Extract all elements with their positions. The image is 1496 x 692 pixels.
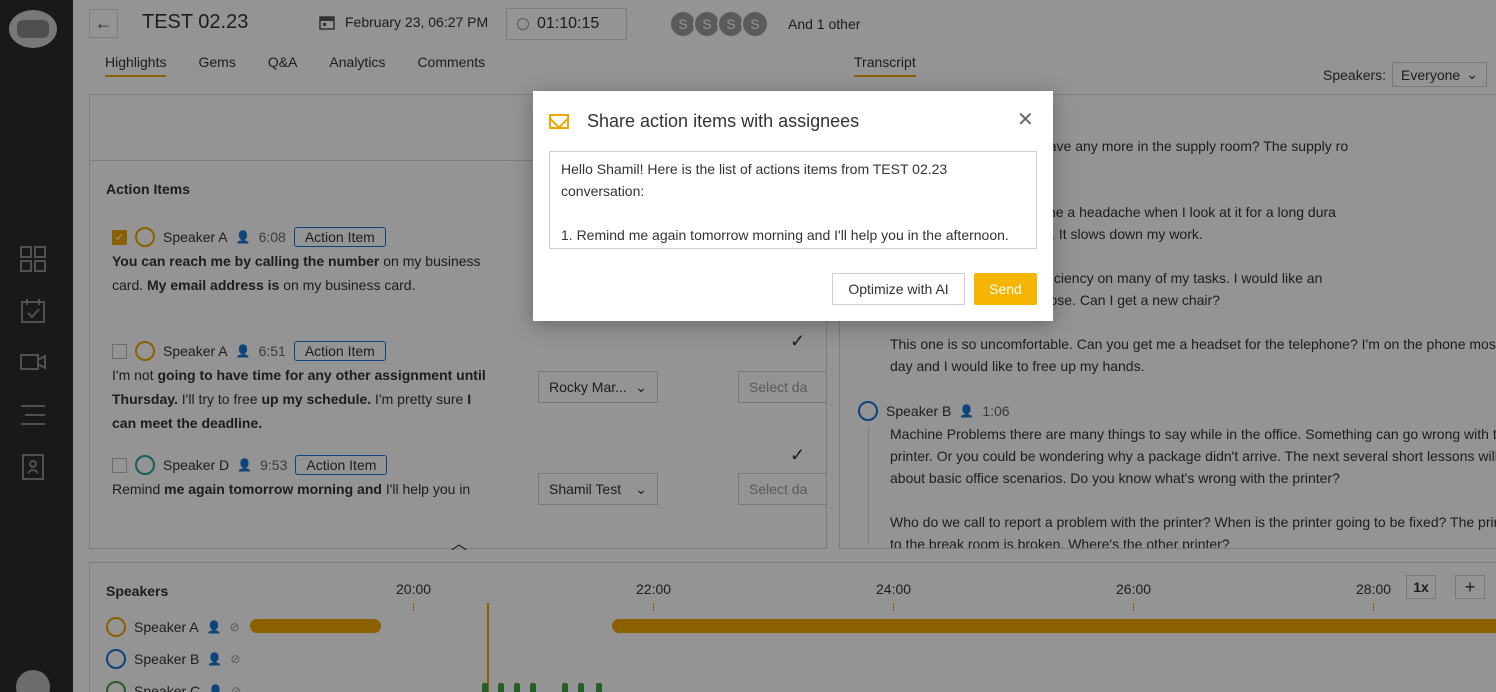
send-button[interactable]: Send (974, 273, 1037, 305)
share-action-items-dialog: Share action items with assignees ✕ Hell… (533, 91, 1053, 321)
close-icon[interactable]: ✕ (1017, 107, 1034, 132)
message-textarea[interactable]: Hello Shamil! Here is the list of action… (549, 151, 1037, 249)
dialog-title: Share action items with assignees (587, 111, 860, 131)
optimize-with-ai-button[interactable]: Optimize with AI (832, 273, 965, 305)
dialog-header: Share action items with assignees (549, 111, 859, 132)
mail-icon (549, 114, 569, 129)
